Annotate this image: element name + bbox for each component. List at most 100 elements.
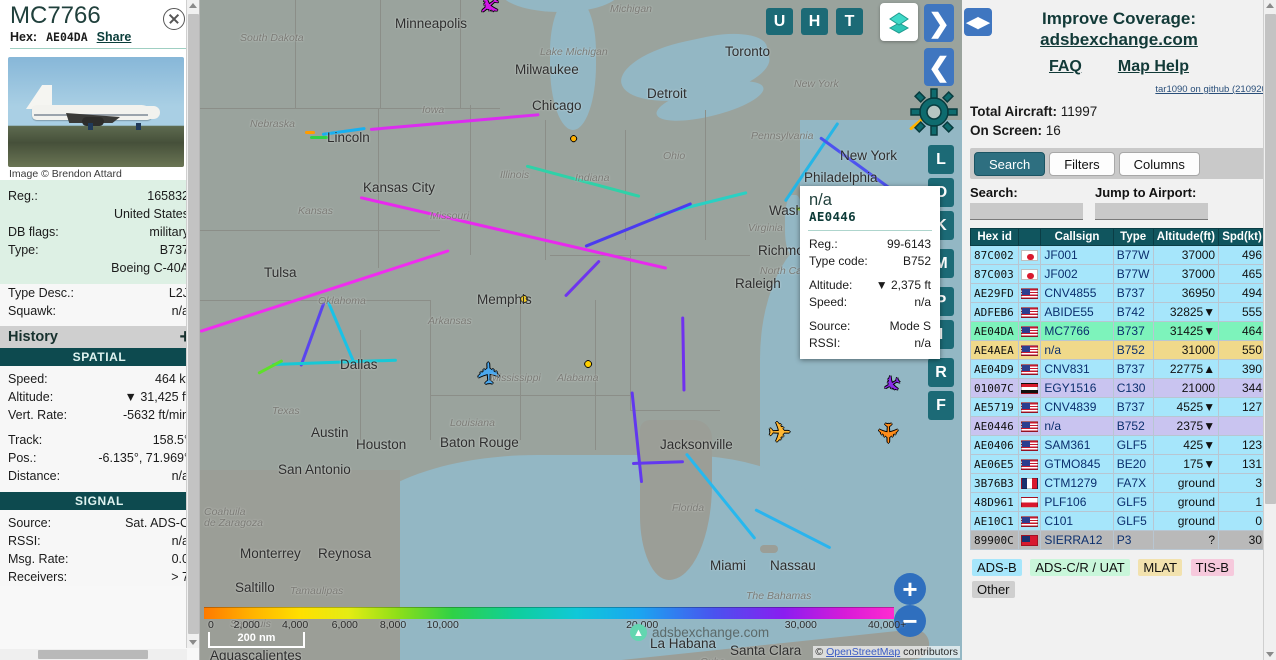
cell-callsign[interactable]: PLF106: [1040, 492, 1114, 512]
aircraft-icon-magenta[interactable]: ✈: [471, 0, 507, 23]
column-type[interactable]: Type: [1112, 228, 1154, 246]
cell-callsign[interactable]: GTMO845: [1040, 454, 1114, 474]
table-row[interactable]: 01007C EGY1516 C130 21000 344: [969, 378, 1266, 398]
state-border: [295, 0, 296, 108]
table-row[interactable]: 89900C SIERRA12 P3? 30: [969, 530, 1266, 550]
sidebar-hscrollbar[interactable]: [0, 649, 187, 660]
aircraft-icon-orange-gulf[interactable]: ✈: [768, 419, 791, 447]
adsbexchange-link[interactable]: adsbexchange.com: [1040, 30, 1198, 49]
scroll-up-icon[interactable]: [189, 3, 197, 8]
map-button-r[interactable]: R: [928, 358, 954, 387]
cell-callsign[interactable]: ABIDE55: [1040, 302, 1114, 322]
scrollbar-thumb[interactable]: [38, 650, 148, 659]
spatial-key: Speed:: [8, 372, 48, 386]
scroll-down-icon[interactable]: [189, 640, 197, 645]
zoom-in-button[interactable]: +: [894, 573, 926, 605]
aircraft-tooltip-popup[interactable]: n/a AE0446 Reg.: 99-6143 Type code: B752 A…: [800, 186, 940, 359]
tab-filters[interactable]: Filters: [1049, 152, 1115, 176]
table-row[interactable]: AE4AEA n/a B752 31000 550: [969, 340, 1266, 360]
cell-callsign[interactable]: SIERRA12: [1040, 530, 1114, 550]
map-label: Texas: [272, 405, 300, 417]
sidebar-scrollbar[interactable]: [186, 0, 199, 648]
table-row[interactable]: AE04D9 CNV831 B737 22775▲ 390: [969, 359, 1266, 379]
panel-scrollbar[interactable]: [1263, 0, 1276, 660]
map-button-u[interactable]: U: [766, 8, 793, 35]
history-section-header[interactable]: History +: [0, 326, 199, 348]
column-callsign[interactable]: Callsign: [1040, 228, 1114, 246]
aircraft-icon-lincoln[interactable]: ●: [570, 125, 577, 151]
table-row[interactable]: 3B76B3 CTM1279 FA7X ground 3: [969, 473, 1266, 493]
column-altitude[interactable]: Altitude(ft): [1152, 228, 1220, 246]
cell-flag: [1018, 359, 1042, 379]
info-row: United States: [0, 205, 199, 223]
close-icon[interactable]: [163, 8, 185, 30]
cell-callsign[interactable]: CTM1279: [1040, 473, 1114, 493]
chevron-left-icon[interactable]: ❮: [924, 48, 954, 86]
legend-ads-b[interactable]: ADS-B: [972, 559, 1022, 576]
panel-collapse-icon[interactable]: ◀▶: [964, 8, 992, 36]
map-button-f[interactable]: F: [928, 391, 954, 420]
table-row[interactable]: AE04DA MC7766 B737 31425▼ 464: [969, 321, 1266, 341]
table-row[interactable]: AE06E5 GTMO845 BE20 175▼ 131: [969, 454, 1266, 474]
map-button-h[interactable]: H: [801, 8, 828, 35]
cell-callsign[interactable]: CNV4839: [1040, 397, 1114, 417]
cell-callsign[interactable]: CNV4855: [1040, 283, 1114, 303]
legend-mlat[interactable]: MLAT: [1138, 559, 1183, 576]
map-button-l[interactable]: L: [928, 145, 954, 174]
legend-tis-b[interactable]: TIS-B: [1190, 559, 1234, 576]
table-row[interactable]: AE5719 CNV4839 B737 4525▼ 127: [969, 397, 1266, 417]
popup-row: RSSI: n/a: [809, 335, 931, 352]
map-help-link[interactable]: Map Help: [1118, 58, 1189, 76]
tab-search[interactable]: Search: [974, 152, 1046, 176]
map-canvas[interactable]: ✈ ✈ ✈ ✈ ✈ ✈ ● ● ● MinneapolisSouth Dakot…: [200, 0, 962, 660]
scrollbar-thumb[interactable]: [1265, 14, 1276, 504]
column-hex-id[interactable]: Hex id: [969, 228, 1020, 246]
column-flag[interactable]: [1018, 228, 1042, 246]
cell-callsign[interactable]: C101: [1040, 511, 1114, 531]
cell-callsign[interactable]: EGY1516: [1040, 378, 1114, 398]
layers-icon[interactable]: [880, 3, 918, 41]
cell-callsign[interactable]: n/a: [1040, 340, 1114, 360]
cell-callsign[interactable]: SAM361: [1040, 435, 1114, 455]
popup-hex: AE0446: [809, 209, 856, 224]
scrollbar-thumb[interactable]: [188, 14, 199, 634]
cell-altitude: ?: [1152, 530, 1220, 550]
chevron-right-icon[interactable]: ❯: [924, 4, 954, 42]
jump-to-airport-input[interactable]: [1095, 203, 1208, 220]
table-row[interactable]: AE0446 n/a B752 2375▼: [969, 416, 1266, 436]
gear-glyph: [910, 88, 958, 136]
github-link[interactable]: tar1090 on github (210920): [1155, 84, 1270, 95]
cell-callsign[interactable]: JF001: [1040, 245, 1114, 265]
table-row[interactable]: 87C003 JF002 B77W 37000 465: [969, 264, 1266, 284]
table-row[interactable]: AE29FD CNV4855 B737 36950 494: [969, 283, 1266, 303]
share-link[interactable]: Share: [97, 30, 132, 44]
aircraft-icon-jacksonville[interactable]: ✈: [872, 422, 902, 445]
info-row: Reg.: 165832: [0, 187, 199, 205]
table-row[interactable]: AE10C1 C101 GLF5 ground 0: [969, 511, 1266, 531]
openstreetmap-link[interactable]: OpenStreetMap: [826, 646, 900, 658]
map-button-t[interactable]: T: [836, 8, 863, 35]
table-row[interactable]: ADFEB6 ABIDE55 B742 32825▼ 555: [969, 302, 1266, 322]
column-speed[interactable]: Spd(kt): [1218, 228, 1266, 246]
faq-link[interactable]: FAQ: [1049, 58, 1082, 76]
search-input[interactable]: [970, 203, 1083, 220]
cell-flag: [1018, 511, 1042, 531]
table-row[interactable]: 87C002 JF001 B77W 37000 496: [969, 245, 1266, 265]
scroll-up-icon[interactable]: [1266, 3, 1274, 8]
cell-altitude: 31425▼: [1152, 321, 1220, 341]
cell-callsign[interactable]: JF002: [1040, 264, 1114, 284]
legend-ads-c-uat[interactable]: ADS-C/R / UAT: [1030, 559, 1130, 576]
cell-callsign[interactable]: CNV831: [1040, 359, 1114, 379]
legend-other[interactable]: Other: [972, 581, 1015, 598]
gear-icon[interactable]: [910, 88, 958, 141]
scroll-down-icon[interactable]: [1266, 652, 1274, 657]
tab-columns[interactable]: Columns: [1118, 152, 1200, 176]
table-row[interactable]: AE0406 SAM361 GLF5 425▼ 123: [969, 435, 1266, 455]
cell-callsign[interactable]: MC7766: [1040, 321, 1114, 341]
table-row[interactable]: 48D961 PLF106 GLF5 ground 1: [969, 492, 1266, 512]
cell-altitude: 36950: [1152, 283, 1220, 303]
photo-plane-gear: [88, 123, 93, 130]
cell-callsign[interactable]: n/a: [1040, 416, 1114, 436]
on-screen-row: On Screen: 16: [970, 121, 1276, 140]
cell-speed: 496: [1218, 245, 1266, 265]
